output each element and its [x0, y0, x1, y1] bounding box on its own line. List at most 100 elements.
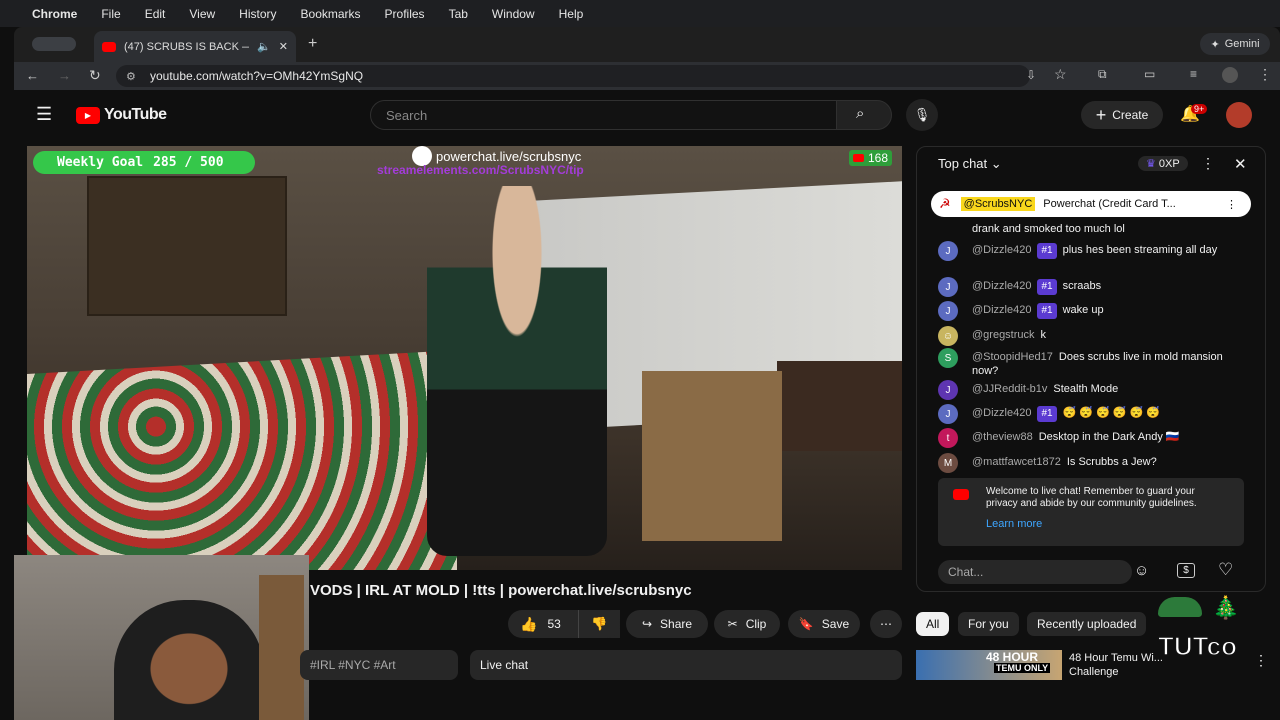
- chat-author[interactable]: @Dizzle420: [972, 304, 1031, 316]
- chat-avatar[interactable]: J: [938, 301, 958, 321]
- chat-avatar[interactable]: J: [938, 404, 958, 424]
- top-chat-label: Top chat: [938, 156, 988, 171]
- dislike-button[interactable]: 👎: [578, 610, 620, 638]
- gemini-button[interactable]: ✦ Gemini: [1200, 33, 1270, 55]
- menu-profiles[interactable]: Profiles: [385, 7, 425, 21]
- emoji-icon[interactable]: ☺: [1134, 562, 1149, 579]
- chat-avatar[interactable]: J: [938, 241, 958, 261]
- chat-avatar[interactable]: J: [938, 277, 958, 297]
- create-button[interactable]: + Create: [1081, 101, 1163, 129]
- welcome-text: Welcome to live chat! Remember to guard …: [986, 486, 1197, 509]
- chat-message: @Dizzle420 #1 plus hes been streaming all …: [972, 243, 1234, 259]
- pinned-text: Powerchat (Credit Card T...: [1043, 198, 1176, 210]
- thumbnail-subline: TEMU ONLY: [994, 663, 1051, 673]
- speaker-icon[interactable]: 🔈: [257, 40, 271, 53]
- recommended-thumbnail[interactable]: 48 HOUR TEMU ONLY: [916, 650, 1062, 680]
- menu-bookmarks[interactable]: Bookmarks: [301, 7, 361, 21]
- cast-icon[interactable]: ▭: [1144, 67, 1155, 81]
- rank-badge: #1: [1037, 279, 1057, 295]
- bookmark-star-icon[interactable]: ☆: [1054, 66, 1067, 83]
- new-tab-icon[interactable]: +: [308, 35, 317, 53]
- search-button[interactable]: ⌕: [836, 100, 892, 130]
- account-avatar[interactable]: [1226, 102, 1252, 128]
- clip-label: Clip: [745, 617, 767, 631]
- chat-input[interactable]: Chat...: [938, 560, 1132, 584]
- weekly-goal-bar: Weekly Goal 285 / 500: [33, 151, 255, 174]
- hammer-sickle-icon: ☭: [939, 196, 951, 211]
- menu-help[interactable]: Help: [559, 7, 584, 21]
- back-icon[interactable]: ←: [26, 68, 39, 83]
- more-actions-button[interactable]: ⋯: [870, 610, 902, 638]
- person: [427, 186, 607, 556]
- chat-author[interactable]: @Dizzle420: [972, 407, 1031, 419]
- reload-icon[interactable]: ↻: [89, 67, 101, 84]
- chat-avatar[interactable]: t: [938, 428, 958, 448]
- learn-more-link[interactable]: Learn more: [986, 518, 1042, 530]
- menu-window[interactable]: Window: [492, 7, 535, 21]
- rank-badge: #1: [1037, 303, 1057, 319]
- install-icon[interactable]: ⇩: [1026, 68, 1036, 82]
- chat-text: plus hes been streaming all day: [1062, 244, 1218, 256]
- forward-icon[interactable]: →: [58, 68, 71, 83]
- close-tab-icon[interactable]: ✕: [279, 40, 288, 53]
- chat-more-icon[interactable]: ⋮: [1201, 155, 1215, 172]
- search-input[interactable]: Search: [370, 100, 837, 130]
- bookmark-icon: 🔖: [798, 617, 814, 631]
- search-icon: ⌕: [856, 105, 865, 122]
- menu-edit[interactable]: Edit: [145, 7, 166, 21]
- chat-avatar[interactable]: M: [938, 453, 958, 473]
- share-button[interactable]: ↪ Share: [626, 610, 708, 638]
- extensions-icon[interactable]: ⧉: [1098, 67, 1107, 82]
- site-info-icon[interactable]: ⚙: [126, 70, 136, 83]
- chip-recently-uploaded[interactable]: Recently uploaded: [1027, 612, 1147, 636]
- scissors-icon: ✂: [727, 617, 738, 631]
- top-chat-dropdown[interactable]: Top chat ⌄: [938, 156, 1002, 172]
- youtube-favicon-icon: [102, 41, 116, 52]
- chat-author[interactable]: @StoopidHed17: [972, 351, 1053, 363]
- chat-author[interactable]: @Dizzle420: [972, 244, 1031, 256]
- menu-history[interactable]: History: [239, 7, 276, 21]
- menu-view[interactable]: View: [189, 7, 215, 21]
- chat-avatar[interactable]: J: [938, 380, 958, 400]
- chat-author[interactable]: @Dizzle420: [972, 280, 1031, 292]
- live-chat-box[interactable]: Live chat: [470, 650, 902, 680]
- voice-search-button[interactable]: 🎙: [906, 99, 938, 131]
- youtube-logo[interactable]: ▶ YouTube: [76, 106, 167, 124]
- chat-author[interactable]: @mattfawcet1872: [972, 456, 1061, 468]
- media-icon[interactable]: ≡: [1190, 67, 1197, 81]
- menu-tab[interactable]: Tab: [449, 7, 468, 21]
- close-chat-icon[interactable]: ✕: [1234, 155, 1247, 173]
- video-player[interactable]: Weekly Goal 285 / 500 powerchat.live/scr…: [27, 146, 902, 570]
- save-button[interactable]: 🔖 Save: [788, 610, 860, 638]
- chrome-menu-icon[interactable]: ⋮: [1258, 66, 1272, 83]
- clip-button[interactable]: ✂ Clip: [714, 610, 780, 638]
- chat-avatar[interactable]: ☺: [938, 326, 958, 346]
- shelves: [87, 176, 287, 316]
- menu-file[interactable]: File: [101, 7, 120, 21]
- chat-author[interactable]: @theview88: [972, 431, 1033, 443]
- chat-avatar[interactable]: S: [938, 348, 958, 368]
- chip-for-you[interactable]: For you: [958, 612, 1019, 636]
- pinned-more-icon[interactable]: ⋮: [1226, 198, 1237, 211]
- heart-icon[interactable]: ♡: [1218, 560, 1233, 580]
- chat-author[interactable]: @gregstruck: [972, 329, 1035, 341]
- goal-label: Weekly Goal: [57, 155, 144, 170]
- chat-message: @Dizzle420 #1 😴 😴 😴 😴 😴 😴: [972, 406, 1234, 422]
- recommended-more-icon[interactable]: ⋮: [1254, 652, 1268, 669]
- menu-app-name[interactable]: Chrome: [32, 7, 77, 21]
- youtube-play-icon: ▶: [76, 106, 100, 124]
- pinned-message[interactable]: ☭ @ScrubsNYC Powerchat (Credit Card T...…: [931, 191, 1251, 217]
- chat-message: @gregstruck k: [972, 328, 1234, 342]
- chat-text: Desktop in the Dark Andy 🇷🇺: [1038, 431, 1180, 443]
- address-bar[interactable]: ⚙ youtube.com/watch?v=OMh42YmSgNQ: [116, 65, 1030, 87]
- browser-tab-active[interactable]: (47) SCRUBS IS BACK — 🔈 ✕: [94, 31, 296, 62]
- live-chat-label: Live chat: [480, 658, 529, 672]
- chip-all[interactable]: All: [916, 612, 950, 636]
- boxes: [642, 371, 782, 541]
- profile-avatar[interactable]: [1222, 67, 1238, 83]
- description-box[interactable]: #IRL #NYC #Art: [300, 650, 458, 680]
- chat-author[interactable]: @JJReddit-b1v: [972, 383, 1047, 395]
- tab-group-toggle[interactable]: [32, 37, 76, 51]
- hamburger-menu-icon[interactable]: ☰: [36, 104, 52, 125]
- super-chat-icon[interactable]: $: [1177, 563, 1195, 578]
